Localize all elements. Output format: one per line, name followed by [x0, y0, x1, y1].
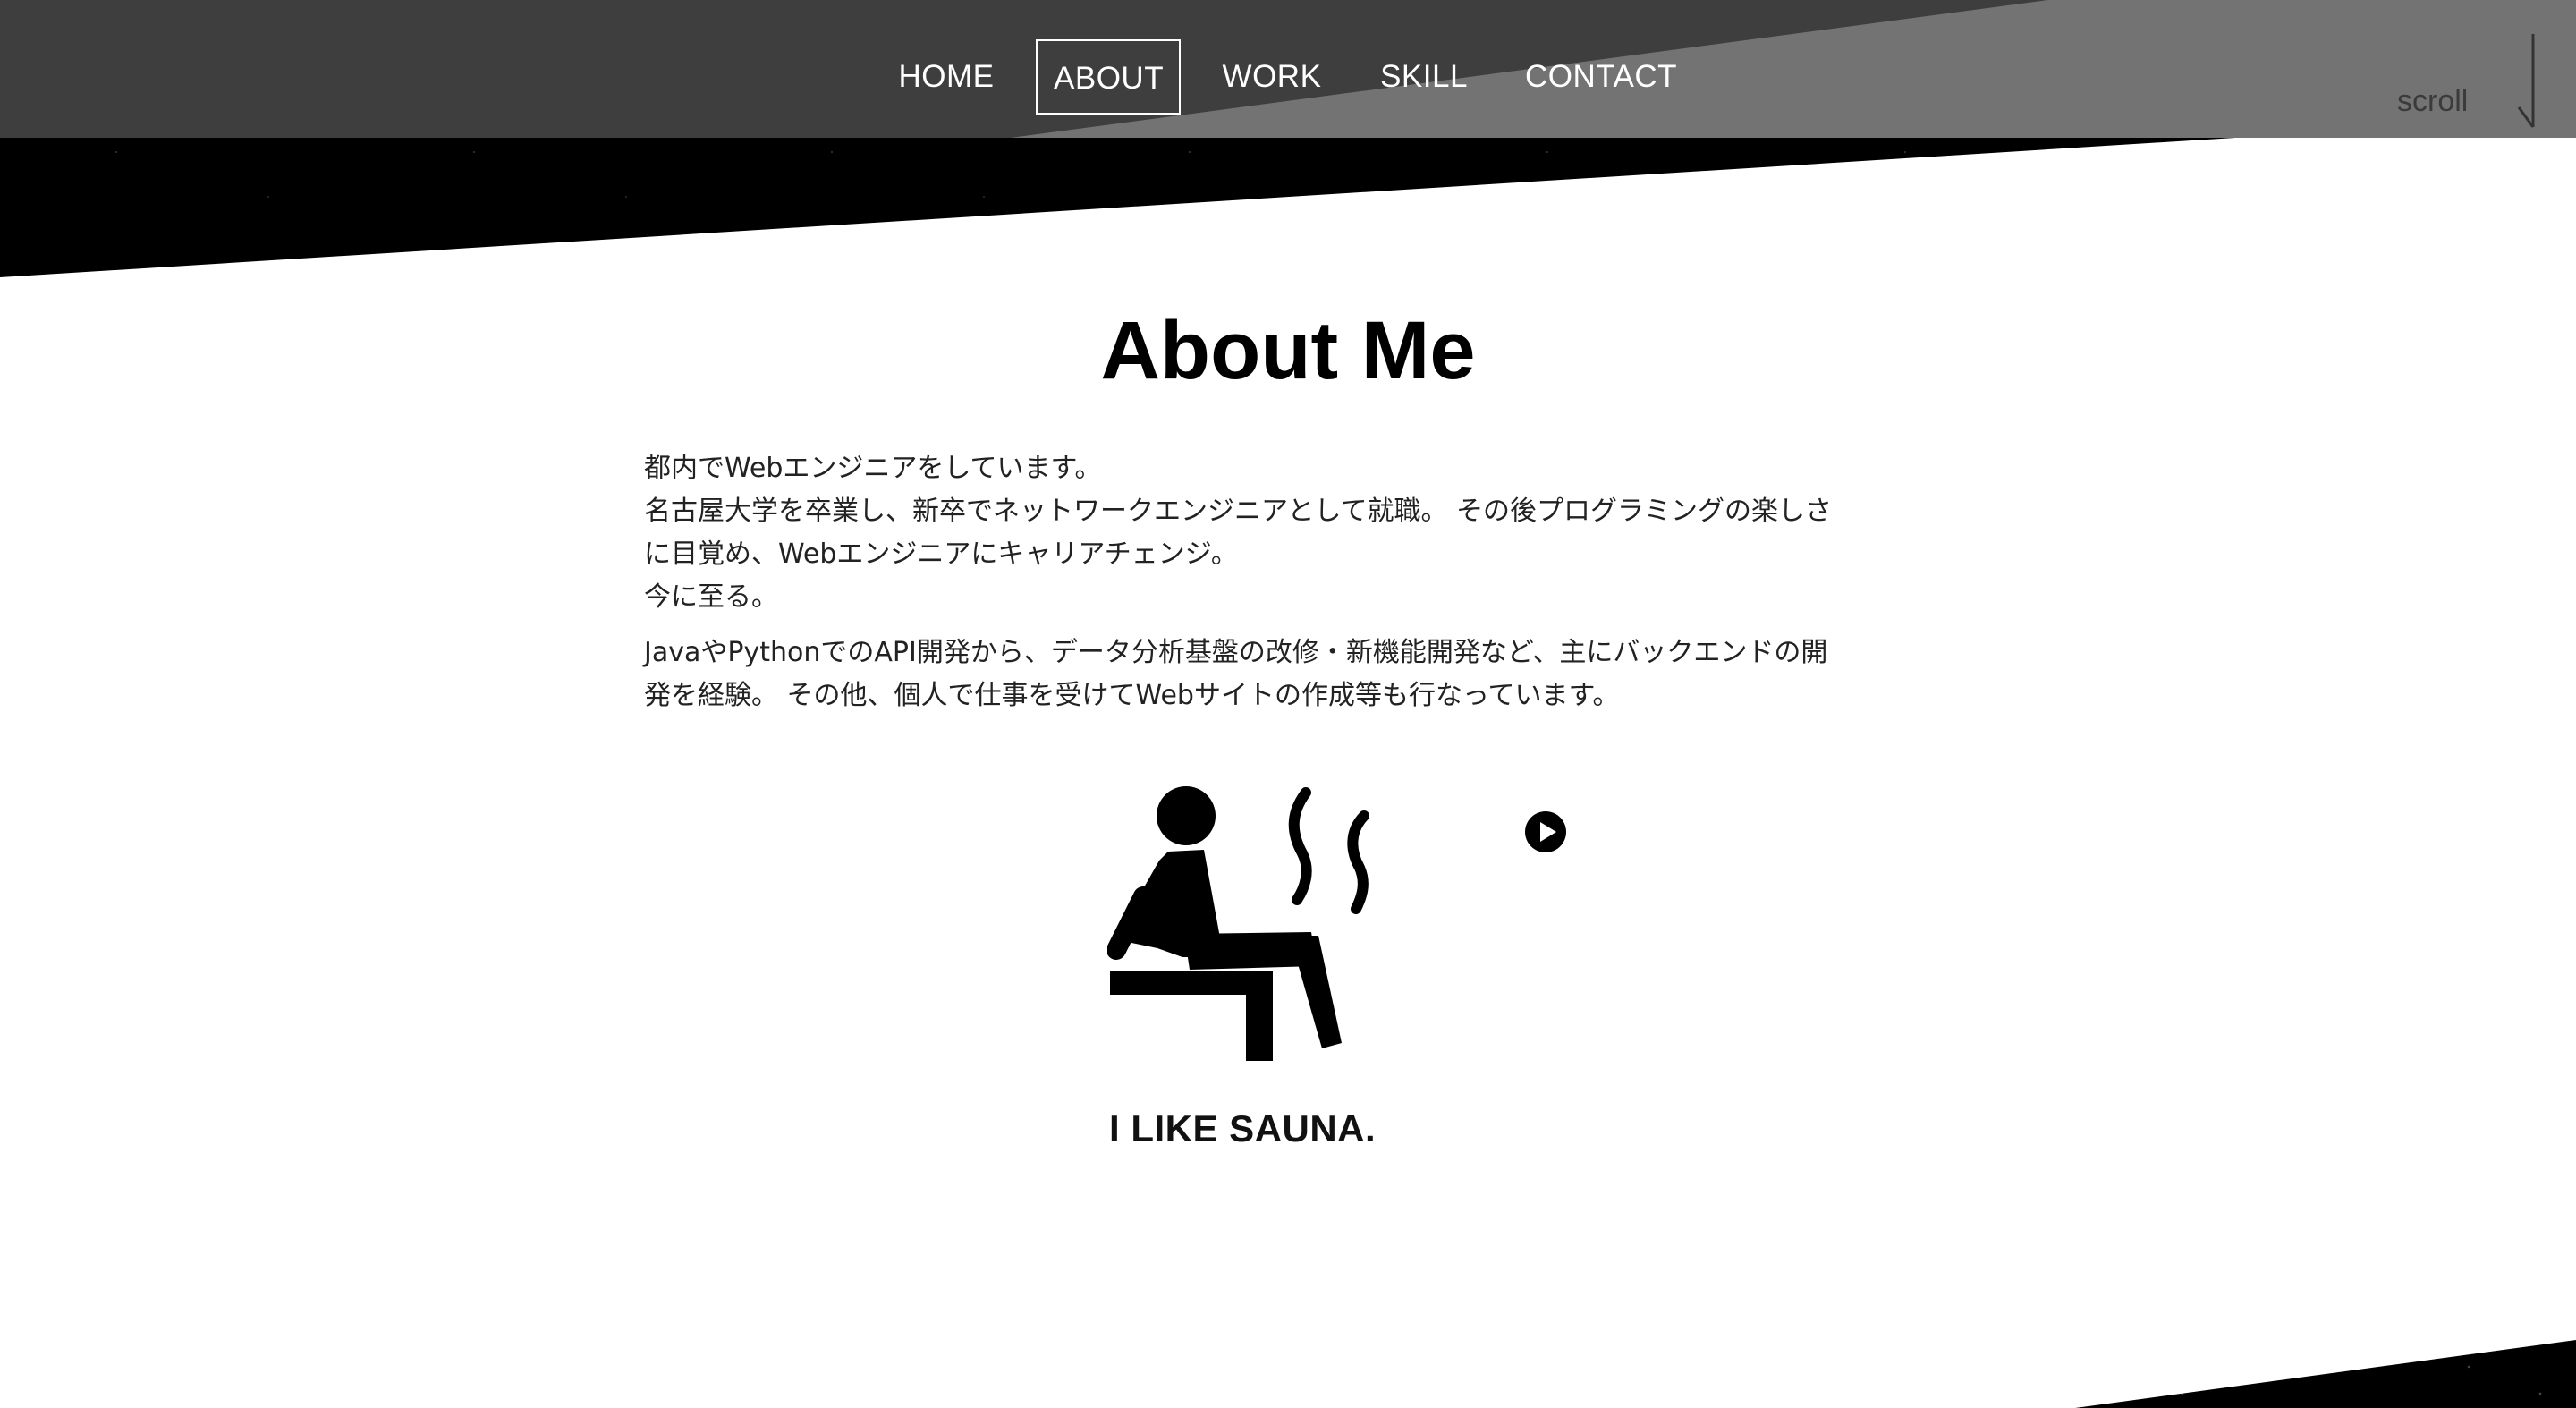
about-intro: 都内でWebエンジニアをしています。 名古屋大学を卒業し、新卒でネットワークエン… [644, 447, 1914, 730]
page-title: About Me [1100, 305, 1476, 396]
intro-paragraph-1: 都内でWebエンジニアをしています。 名古屋大学を卒業し、新卒でネットワークエン… [644, 447, 1914, 619]
intro-line: 名古屋大学を卒業し、新卒でネットワークエンジニアとして就職。 その後プログラミン… [644, 496, 1833, 527]
main-nav: HOME ABOUT WORK SKILL CONTACT [0, 39, 2576, 115]
nav-item-contact[interactable]: CONTACT [1522, 39, 1680, 115]
sauna-caption: I LIKE SAUNA. [1109, 1107, 1377, 1149]
nav-item-home[interactable]: HOME [896, 39, 996, 115]
sauna-icon [1107, 786, 1369, 1061]
nav-item-work[interactable]: WORK [1222, 39, 1322, 115]
intro-line: JavaやPythonでのAPI開発から、データ分析基盤の改修・新機能開発など、… [644, 637, 1828, 668]
nav-item-about[interactable]: ABOUT [1036, 39, 1181, 115]
scroll-indicator[interactable]: scroll [2397, 34, 2540, 132]
scroll-label: scroll [2397, 84, 2469, 118]
intro-line: 都内でWebエンジニアをしています。 [644, 453, 1102, 484]
stars-pattern [2075, 1340, 2576, 1408]
nav-item-skill[interactable]: SKILL [1377, 39, 1470, 115]
intro-line: 今に至る。 [644, 581, 778, 613]
page: HOME ABOUT WORK SKILL CONTACT scroll Abo… [0, 0, 2576, 1408]
play-icon[interactable] [1524, 810, 1567, 853]
intro-line: に目覚め、Webエンジニアにキャリアチェンジ。 [644, 539, 1238, 570]
intro-line: 発を経験。 その他、個人で仕事を受けてWebサイトの作成等も行なっています。 [644, 680, 1620, 711]
navbar: HOME ABOUT WORK SKILL CONTACT scroll [0, 0, 2576, 138]
intro-paragraph-2: JavaやPythonでのAPI開発から、データ分析基盤の改修・新機能開発など、… [644, 632, 1914, 717]
scroll-arrow-icon [2517, 34, 2535, 128]
starry-bottom-band [2075, 1340, 2576, 1408]
